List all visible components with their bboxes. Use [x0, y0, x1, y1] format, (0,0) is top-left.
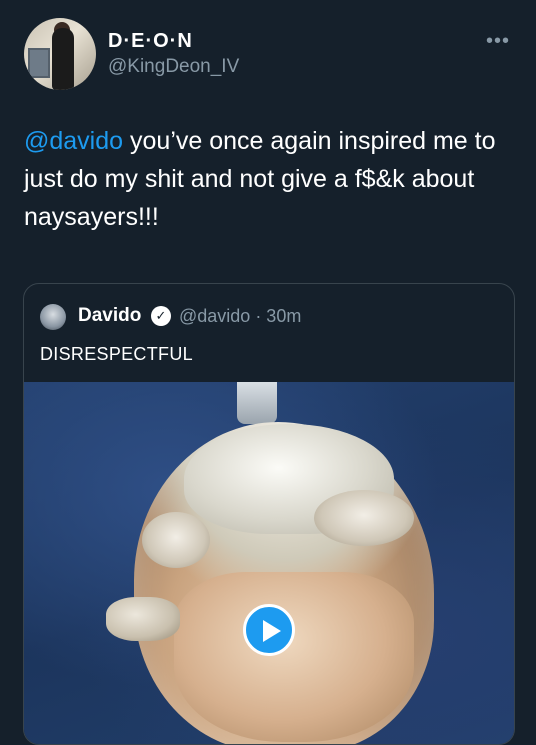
- tweet-text: @davido you’ve once again inspired me to…: [24, 122, 514, 236]
- avatar-figure: [52, 28, 74, 90]
- quoted-author-avatar[interactable]: [40, 304, 66, 330]
- quoted-tweet[interactable]: Davido ✓ @davido · 30m DISRESPECTFUL: [23, 283, 515, 745]
- tweet: D·E·O·N @KingDeon_IV ••• @davido you’ve …: [0, 0, 536, 745]
- quoted-author-name[interactable]: Davido: [78, 305, 141, 327]
- mention-link[interactable]: @davido: [24, 127, 123, 155]
- pendant-chain: [237, 382, 277, 424]
- quoted-tweet-text: DISRESPECTFUL: [40, 344, 193, 364]
- quoted-handle-time[interactable]: @davido · 30m: [179, 306, 301, 327]
- author-handle[interactable]: @KingDeon_IV: [108, 56, 239, 78]
- pendant-left-eye: [142, 512, 210, 568]
- play-icon[interactable]: [243, 604, 295, 656]
- author-avatar[interactable]: [24, 18, 96, 90]
- verified-badge-icon: ✓: [151, 306, 171, 326]
- video-thumbnail[interactable]: [24, 382, 514, 744]
- more-horizontal-icon[interactable]: •••: [486, 30, 510, 53]
- author-display-name[interactable]: D·E·O·N: [108, 30, 193, 53]
- pendant-mask: [174, 572, 414, 742]
- avatar-background-detail: [28, 48, 50, 78]
- pendant-nose: [106, 597, 180, 641]
- pendant-right-eye: [314, 490, 414, 546]
